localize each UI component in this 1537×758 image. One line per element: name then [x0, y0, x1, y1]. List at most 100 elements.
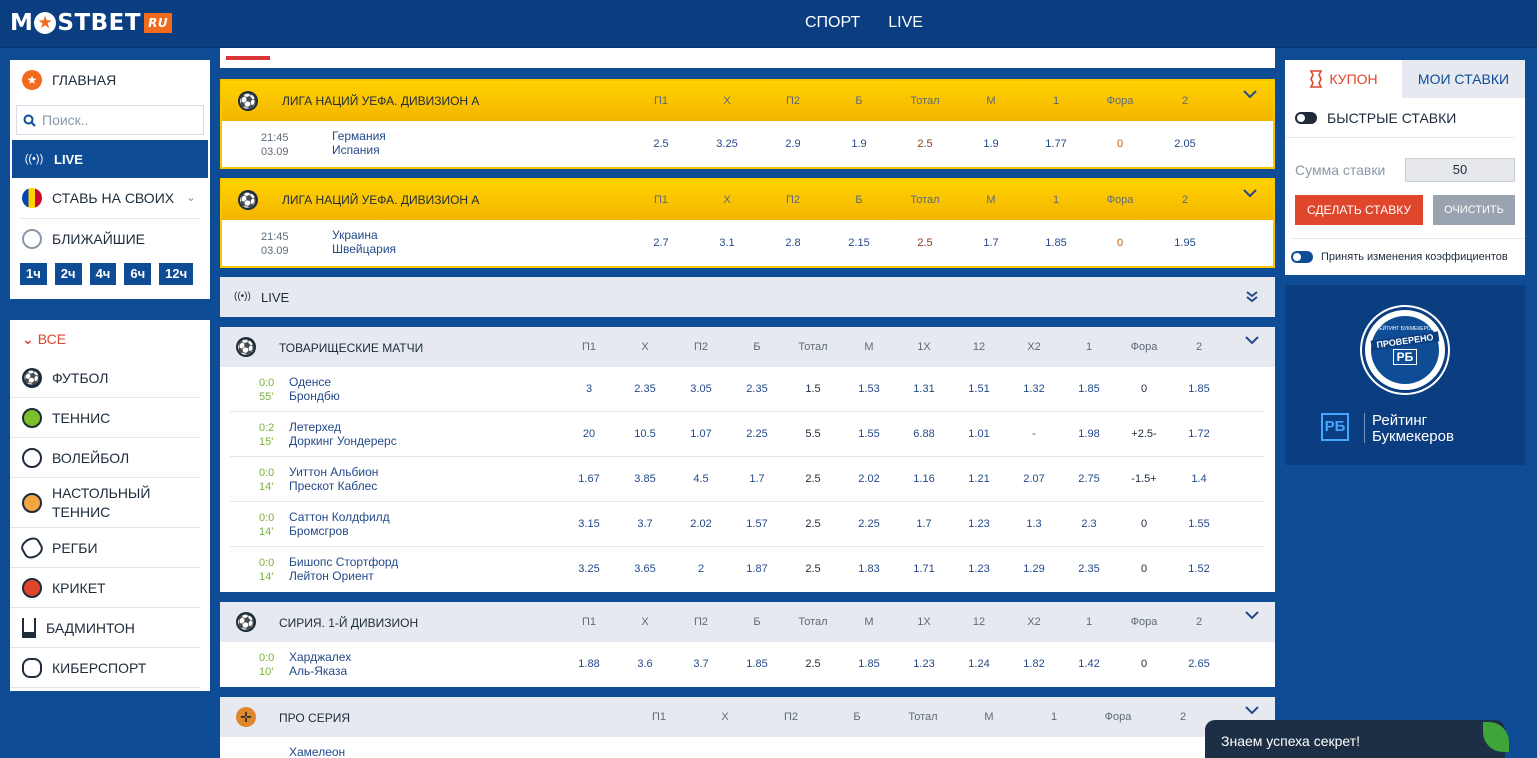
odds-button[interactable]: 0: [1119, 518, 1169, 530]
match-teams[interactable]: Украина Швейцария: [332, 228, 396, 256]
odds-button[interactable]: 1.3: [1009, 518, 1059, 530]
odds-button[interactable]: 2.25: [732, 428, 782, 440]
odds-button[interactable]: 1.85: [1064, 383, 1114, 395]
odds-button[interactable]: 1.98: [1064, 428, 1114, 440]
double-chevron-down-icon[interactable]: [1245, 290, 1259, 304]
odds-button[interactable]: 3.25: [564, 563, 614, 575]
odds-button[interactable]: 3: [564, 383, 614, 395]
chevron-down-icon[interactable]: [1245, 335, 1259, 349]
odds-button[interactable]: 2.35: [620, 383, 670, 395]
match-teams[interactable]: Бишопс Стортфорд Лейтон Ориент: [289, 555, 398, 583]
hours-1-button[interactable]: 1ч: [20, 263, 47, 285]
featured-event-header[interactable]: ⚽ ЛИГА НАЦИЙ УЕФА. ДИВИЗИОН А П1 Х П2 Б …: [222, 81, 1273, 121]
odds-button[interactable]: 1.23: [954, 518, 1004, 530]
odds-button[interactable]: 1.32: [1009, 383, 1059, 395]
odds-button[interactable]: 20: [564, 428, 614, 440]
odds-button[interactable]: 2.5: [788, 518, 838, 530]
odds-button[interactable]: 5.5: [788, 428, 838, 440]
odds-button[interactable]: 2.5: [788, 658, 838, 670]
sidebar-item-rugby[interactable]: РЕГБИ: [10, 528, 200, 568]
match-teams[interactable]: Саттон Колдфилд Бромсгров: [289, 510, 390, 538]
league-header[interactable]: ⚽ ТОВАРИЩЕСКИЕ МАТЧИ П1 Х П2 Б Тотал М 1…: [220, 327, 1275, 367]
match-row[interactable]: 0:0 14' Бишопс Стортфорд Лейтон Ориент 3.25 3…: [220, 547, 1275, 592]
odds-button[interactable]: 3.7: [676, 658, 726, 670]
odds-button[interactable]: 10.5: [620, 428, 670, 440]
odds-button[interactable]: 1.31: [899, 383, 949, 395]
odds-button[interactable]: 2.5: [900, 138, 950, 150]
odds-button[interactable]: 1.23: [954, 563, 1004, 575]
odds-button[interactable]: 3.6: [620, 658, 670, 670]
odds-button[interactable]: 1.4: [1174, 473, 1224, 485]
odds-button[interactable]: 3.85: [620, 473, 670, 485]
odds-button[interactable]: 1.21: [954, 473, 1004, 485]
sidebar-item-local[interactable]: СТАВЬ НА СВОИХ ⌄: [10, 178, 210, 218]
clear-button[interactable]: ОЧИСТИТЬ: [1433, 195, 1515, 225]
tab-coupon[interactable]: КУПОН: [1285, 60, 1402, 98]
odds-button[interactable]: 1.83: [844, 563, 894, 575]
sidebar-item-volleyball[interactable]: ВОЛЕЙБОЛ: [10, 438, 200, 478]
odds-button[interactable]: 1.77: [1031, 138, 1081, 150]
match-teams[interactable]: Харджалех Аль-Яказа: [289, 650, 351, 678]
odds-button[interactable]: 2.75: [1064, 473, 1114, 485]
odds-button[interactable]: 1.72: [1174, 428, 1224, 440]
hours-2-button[interactable]: 2ч: [54, 263, 82, 285]
league-header[interactable]: ⚽ СИРИЯ. 1-Й ДИВИЗИОН П1 Х П2 Б Тотал М …: [220, 602, 1275, 642]
odds-button[interactable]: 3.15: [564, 518, 614, 530]
odds-button[interactable]: 2.5: [788, 563, 838, 575]
odds-button[interactable]: 1.51: [954, 383, 1004, 395]
odds-button[interactable]: 0: [1119, 563, 1169, 575]
match-row[interactable]: 0:0 14' Уиттон Альбион Прескот Каблес 1.67 3.…: [220, 457, 1275, 502]
sidebar-item-esports[interactable]: КИБЕРСПОРТ: [10, 648, 200, 688]
odds-button[interactable]: 1.87: [732, 563, 782, 575]
odds-button[interactable]: 1.16: [899, 473, 949, 485]
odds-button[interactable]: 1.9: [834, 138, 884, 150]
odds-button[interactable]: 2.5: [788, 473, 838, 485]
chevron-down-icon[interactable]: [1243, 89, 1257, 103]
sidebar-all-toggle[interactable]: ⌄ ВСЕ: [10, 320, 210, 358]
odds-button[interactable]: 2: [676, 563, 726, 575]
odds-button[interactable]: 3.65: [620, 563, 670, 575]
live-section-header[interactable]: ((•)) LIVE: [220, 277, 1275, 317]
odds-button[interactable]: 1.7: [966, 237, 1016, 249]
odds-button[interactable]: 1.85: [844, 658, 894, 670]
rating-promo-banner[interactable]: РЕЙТИНГ БУКМЕКЕРОВ ПРОВЕРЕНО РБ РБ Рейти…: [1285, 285, 1525, 465]
odds-button[interactable]: -1.5+: [1119, 473, 1169, 485]
odds-button[interactable]: 1.85: [1174, 383, 1224, 395]
odds-button[interactable]: 1.67: [564, 473, 614, 485]
match-teams[interactable]: Оденсе Брондбю: [289, 375, 340, 403]
odds-button[interactable]: 1.23: [899, 658, 949, 670]
stake-input[interactable]: 50: [1405, 158, 1515, 182]
tab-my-bets[interactable]: МОИ СТАВКИ: [1402, 60, 1525, 98]
match-row[interactable]: 0:2 15' Летерхед Доркинг Уондерерс 20 10.5 1.0…: [220, 412, 1275, 457]
hours-4-button[interactable]: 4ч: [89, 263, 117, 285]
match-row[interactable]: 0:0 10' Харджалех Аль-Яказа 1.88 3.6 3.7 1.85 2.…: [220, 642, 1275, 687]
nav-sport[interactable]: СПОРТ: [805, 14, 860, 32]
odds-button[interactable]: +2.5-: [1119, 428, 1169, 440]
hours-6-button[interactable]: 6ч: [124, 263, 152, 285]
odds-button[interactable]: 0: [1095, 237, 1145, 249]
odds-button[interactable]: 1.29: [1009, 563, 1059, 575]
promo-toast[interactable]: Знаем успеха секрет!: [1205, 720, 1509, 758]
odds-button[interactable]: 1.95: [1160, 237, 1210, 249]
sidebar-item-live[interactable]: ((•)) LIVE: [12, 140, 208, 178]
odds-button[interactable]: 2.07: [1009, 473, 1059, 485]
odds-button[interactable]: 0: [1119, 383, 1169, 395]
odds-button[interactable]: 1.57: [732, 518, 782, 530]
odds-button[interactable]: 2.5: [900, 237, 950, 249]
match-teams[interactable]: Летерхед Доркинг Уондерерс: [289, 420, 397, 448]
match-row[interactable]: 21:45 03.09 Германия Испания 2.5 3.25 2.9 …: [222, 121, 1273, 167]
odds-button[interactable]: 1.55: [1174, 518, 1224, 530]
odds-button[interactable]: 3.25: [702, 138, 752, 150]
odds-button[interactable]: 1.82: [1009, 658, 1059, 670]
odds-button[interactable]: 1.85: [732, 658, 782, 670]
bet-button[interactable]: СДЕЛАТЬ СТАВКУ: [1295, 195, 1423, 225]
odds-button[interactable]: 2.35: [732, 383, 782, 395]
odds-button[interactable]: 6.88: [899, 428, 949, 440]
odds-button[interactable]: 1.85: [1031, 237, 1081, 249]
odds-button[interactable]: 1.24: [954, 658, 1004, 670]
odds-button[interactable]: 4.5: [676, 473, 726, 485]
match-teams[interactable]: Германия Испания: [332, 129, 386, 157]
odds-button[interactable]: 3.1: [702, 237, 752, 249]
accept-odds-toggle[interactable]: [1291, 251, 1313, 263]
chevron-down-icon[interactable]: [1245, 705, 1259, 719]
